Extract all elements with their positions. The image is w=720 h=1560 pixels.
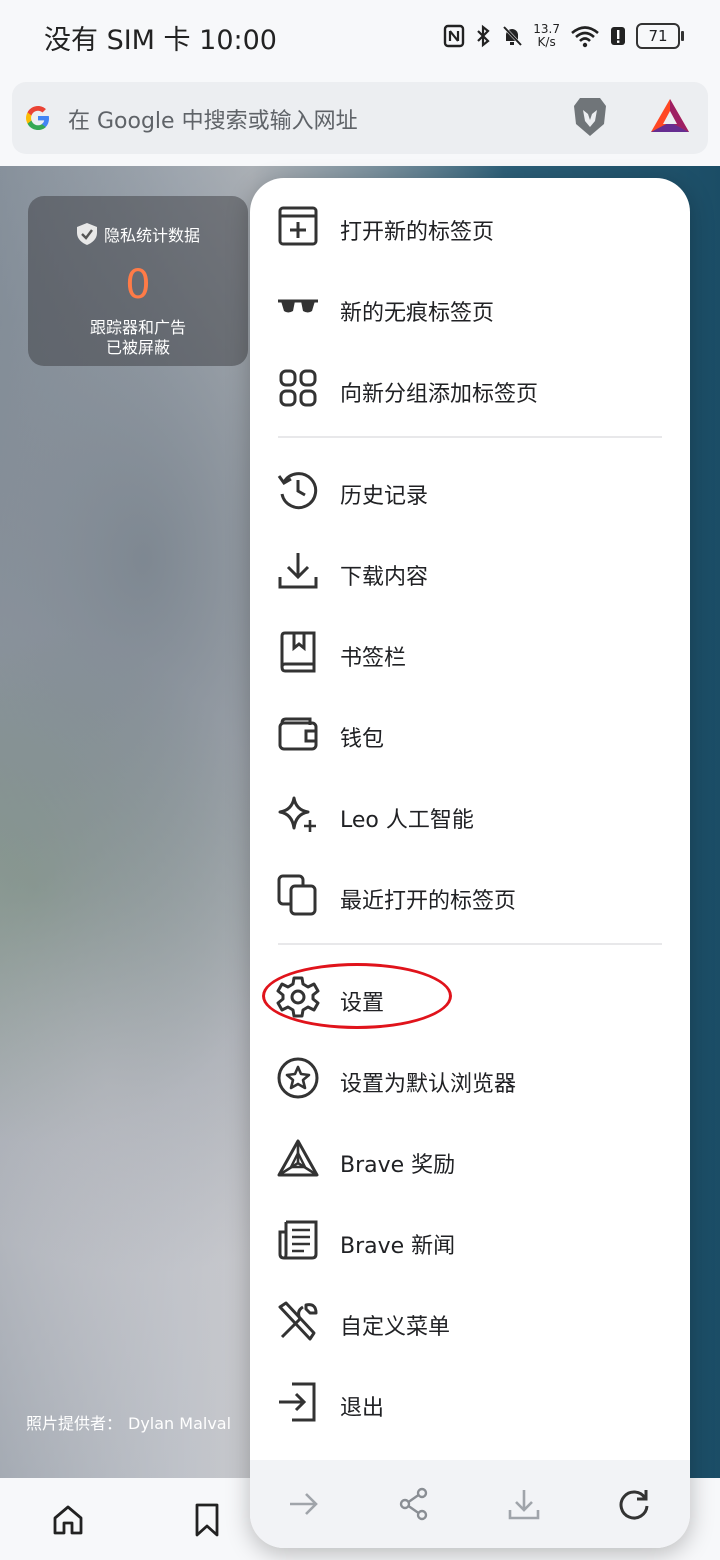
download-page-icon[interactable] (506, 1486, 542, 1522)
menu-item-brave-rewards[interactable]: Brave 奖励 (250, 1117, 690, 1197)
menu-item-label: 新的无痕标签页 (340, 301, 495, 326)
menu-item-set-default-browser[interactable]: 设置为默认浏览器 (250, 1036, 690, 1116)
sparkle-icon (278, 796, 316, 832)
nfc-icon (444, 24, 465, 48)
privacy-stats-card: 隐私统计数据 0 跟踪器和广告 已被屏蔽 (28, 196, 248, 366)
blocked-count: 0 (125, 262, 151, 308)
menu-divider (278, 943, 662, 945)
menu-item-label: 最近打开的标签页 (340, 889, 517, 914)
rewards-triangle-icon (277, 1139, 319, 1177)
menu-item-history[interactable]: 历史记录 (250, 448, 690, 528)
menu-item-label: 退出 (340, 1396, 385, 1421)
privacy-stats-title-text: 隐私统计数据 (103, 226, 200, 245)
home-icon[interactable] (50, 1502, 86, 1538)
recent-tabs-icon (277, 874, 317, 916)
brave-shields-icon[interactable] (572, 94, 608, 140)
wifi-icon (571, 26, 599, 48)
blocked-desc-line2: 已被屏蔽 (105, 338, 170, 357)
toolbar: 在 Google 中搜索或输入网址 (0, 72, 720, 168)
menu-item-label: Brave 奖励 (340, 1153, 456, 1178)
menu-item-label: 打开新的标签页 (340, 220, 495, 245)
menu-item-label: 自定义菜单 (340, 1315, 451, 1340)
menu-item-label: 书签栏 (340, 646, 407, 671)
google-logo-icon (26, 106, 49, 130)
menu-item-label: 设置为默认浏览器 (340, 1072, 517, 1097)
blocked-desc: 跟踪器和广告 已被屏蔽 (28, 318, 248, 358)
overflow-menu: 打开新的标签页 新的无痕标签页 向新分组添加标签页 历史记录 下载内容 书签栏 … (250, 178, 690, 1548)
bookmarks-icon (280, 631, 316, 673)
menu-item-label: Leo 人工智能 (340, 808, 474, 833)
blocked-desc-line1: 跟踪器和广告 (89, 318, 186, 337)
menu-divider (278, 436, 662, 438)
carrier-time: 没有 SIM 卡 10:00 (44, 25, 277, 56)
settings-highlight-annotation (262, 963, 452, 1029)
menu-item-customize-menu[interactable]: 自定义菜单 (250, 1279, 690, 1359)
menu-item-leo-ai[interactable]: Leo 人工智能 (250, 772, 690, 852)
photo-credit-name[interactable]: Dylan Malval (128, 1414, 231, 1433)
menu-item-tab-group[interactable]: 向新分组添加标签页 (250, 346, 690, 426)
bluetooth-icon (477, 24, 490, 48)
menu-item-exit[interactable]: 退出 (250, 1360, 690, 1440)
menu-item-bookmarks[interactable]: 书签栏 (250, 610, 690, 690)
tab-group-icon (279, 369, 317, 407)
menu-item-label: 下载内容 (340, 565, 429, 590)
menu-item-label: 向新分组添加标签页 (340, 382, 539, 407)
menu-item-label: 历史记录 (340, 484, 429, 509)
net-speed-unit: K/s (537, 35, 556, 49)
brave-rewards-icon[interactable] (648, 96, 692, 136)
shield-icon (76, 222, 104, 246)
menu-item-incognito-tab[interactable]: 新的无痕标签页 (250, 265, 690, 345)
network-speed: 13.7 K/s (533, 23, 560, 49)
new-tab-icon (278, 206, 318, 246)
download-icon (278, 553, 318, 589)
history-icon (277, 472, 318, 510)
battery-indicator: 71 (636, 23, 684, 49)
menu-action-bar (250, 1460, 690, 1548)
reload-icon[interactable] (616, 1486, 652, 1522)
menu-item-new-tab[interactable]: 打开新的标签页 (250, 184, 690, 264)
status-icons: 13.7 K/s 71 (443, 18, 684, 54)
exit-icon (279, 1382, 316, 1422)
address-bar[interactable]: 在 Google 中搜索或输入网址 (12, 82, 708, 154)
menu-item-wallet[interactable]: 钱包 (250, 691, 690, 771)
status-bar: 没有 SIM 卡 10:00 13.7 K/s 71 (0, 0, 720, 72)
menu-item-label: Brave 新闻 (340, 1234, 456, 1259)
photo-credit-label: 照片提供者： (26, 1414, 123, 1433)
menu-item-downloads[interactable]: 下载内容 (250, 529, 690, 609)
menu-item-recent-tabs[interactable]: 最近打开的标签页 (250, 853, 690, 933)
menu-item-brave-news[interactable]: Brave 新闻 (250, 1198, 690, 1278)
menu-item-label: 钱包 (340, 727, 385, 752)
mute-bell-icon (503, 25, 523, 47)
privacy-stats-title: 隐私统计数据 (28, 222, 248, 246)
search-placeholder: 在 Google 中搜索或输入网址 (68, 109, 358, 134)
photo-credit: 照片提供者： Dylan Malval (26, 1410, 231, 1434)
forward-arrow-icon[interactable] (286, 1486, 322, 1522)
incognito-glasses-icon (278, 299, 318, 313)
star-circle-icon (277, 1057, 319, 1099)
tools-icon (278, 1301, 318, 1341)
bookmark-icon[interactable] (192, 1502, 222, 1538)
share-icon[interactable] (396, 1486, 432, 1522)
wallet-icon (278, 717, 318, 751)
alert-icon (611, 27, 625, 45)
news-icon (278, 1220, 318, 1260)
